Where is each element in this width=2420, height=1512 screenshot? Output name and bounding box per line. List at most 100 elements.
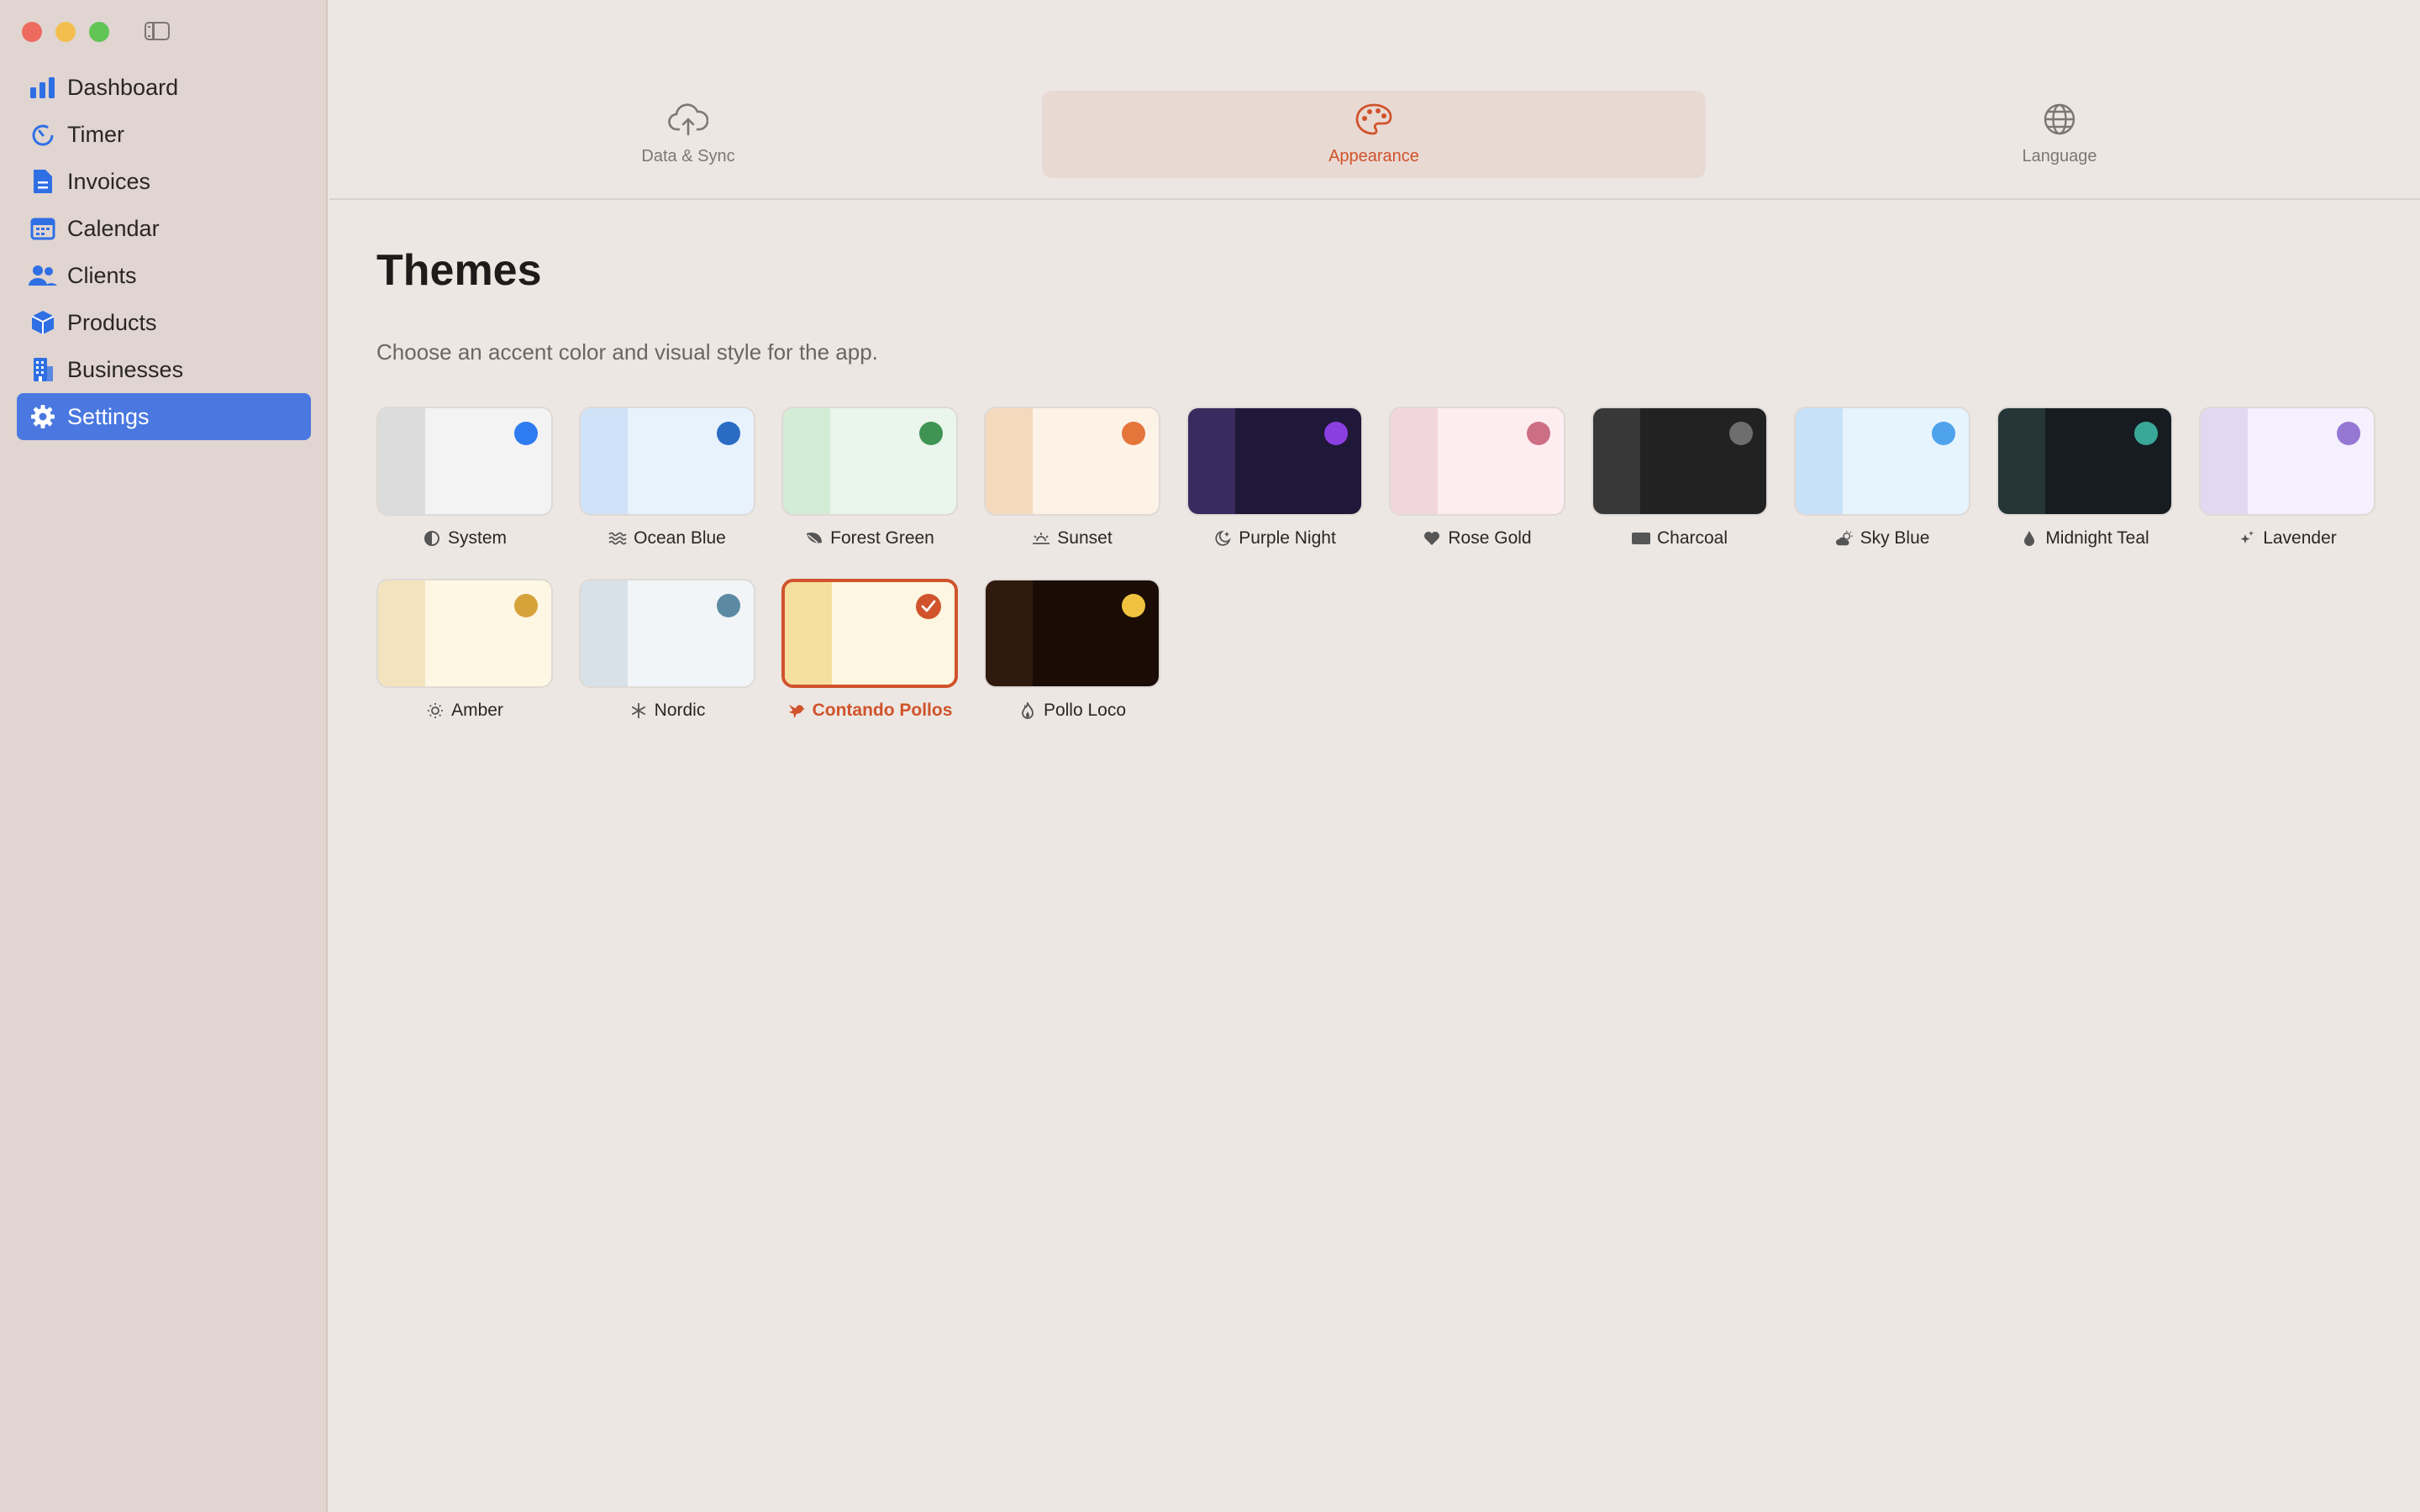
theme-name: Amber — [451, 701, 503, 720]
sidebar-item-settings[interactable]: Settings — [17, 393, 311, 440]
accent-dot — [1324, 422, 1348, 445]
maximize-window-button[interactable] — [89, 22, 109, 42]
sidebar-item-clients[interactable]: Clients — [17, 252, 311, 299]
theme-name: Contando Pollos — [812, 701, 953, 720]
accent-dot — [717, 594, 740, 617]
theme-midnight-teal[interactable]: Midnight Teal — [1996, 407, 2173, 549]
cloud-sun-icon — [1835, 529, 1854, 548]
page-description: Choose an accent color and visual style … — [376, 339, 878, 365]
accent-dot — [717, 422, 740, 445]
accent-dot — [919, 422, 943, 445]
theme-swatch[interactable] — [1591, 407, 1768, 516]
tab-label: Data & Sync — [641, 147, 735, 165]
palette-icon — [1355, 102, 1393, 140]
checkmark-icon — [916, 594, 941, 619]
bird-icon — [787, 701, 806, 720]
theme-swatch[interactable] — [781, 407, 958, 516]
theme-swatch[interactable] — [1389, 407, 1565, 516]
cloud-upload-icon — [668, 102, 709, 140]
theme-rose-gold[interactable]: Rose Gold — [1389, 407, 1565, 549]
sidebar-item-businesses[interactable]: Businesses — [17, 346, 311, 393]
theme-system[interactable]: System — [376, 407, 553, 549]
sidebar-item-calendar[interactable]: Calendar — [17, 205, 311, 252]
people-icon — [29, 261, 57, 290]
accent-dot — [1527, 422, 1550, 445]
accent-dot — [1932, 422, 1955, 445]
theme-contando-pollos[interactable]: Contando Pollos — [781, 579, 958, 722]
theme-name: System — [447, 528, 507, 548]
sidebar-item-label: Dashboard — [67, 74, 179, 100]
leaf-icon — [805, 529, 823, 548]
theme-name: Ocean Blue — [634, 528, 726, 548]
calendar-icon — [29, 214, 57, 243]
sidebar-item-label: Clients — [67, 262, 137, 288]
sidebar-item-label: Products — [67, 309, 157, 335]
sidebar-toggle-icon[interactable] — [145, 22, 170, 40]
theme-swatch[interactable] — [1186, 407, 1363, 516]
theme-ocean-blue[interactable]: Ocean Blue — [579, 407, 755, 549]
sparkles-icon — [2238, 529, 2256, 548]
theme-name: Rose Gold — [1448, 528, 1532, 548]
drop-icon — [2020, 529, 2039, 548]
sidebar-item-timer[interactable]: Timer — [17, 111, 311, 158]
tab-appearance[interactable]: Appearance — [1042, 91, 1706, 178]
theme-swatch[interactable] — [376, 407, 553, 516]
minimize-window-button[interactable] — [55, 22, 76, 42]
theme-name: Sky Blue — [1860, 528, 1930, 548]
theme-swatch[interactable] — [781, 579, 958, 688]
theme-amber[interactable]: Amber — [376, 579, 553, 722]
theme-swatch[interactable] — [2199, 407, 2375, 516]
sidebar-item-label: Timer — [67, 121, 124, 147]
settings-tab-bar: Data & Sync Appearance Language — [329, 0, 2420, 200]
half-circle-icon — [423, 529, 441, 548]
page-title: Themes — [376, 246, 542, 295]
sidebar: Dashboard Timer Invoices Calendar Client… — [0, 0, 328, 1512]
tab-label: Language — [2022, 147, 2097, 165]
theme-nordic[interactable]: Nordic — [579, 579, 755, 722]
close-window-button[interactable] — [22, 22, 42, 42]
sunset-icon — [1032, 529, 1050, 548]
theme-swatch[interactable] — [579, 579, 755, 688]
gear-icon — [29, 402, 57, 431]
accent-dot — [2337, 422, 2360, 445]
theme-name: Purple Night — [1239, 528, 1336, 548]
sidebar-item-label: Settings — [67, 403, 150, 429]
accent-dot — [1122, 594, 1145, 617]
theme-swatch[interactable] — [984, 579, 1160, 688]
theme-charcoal[interactable]: Charcoal — [1591, 407, 1768, 549]
theme-name: Forest Green — [830, 528, 934, 548]
theme-swatch[interactable] — [984, 407, 1160, 516]
heart-icon — [1423, 529, 1441, 548]
sidebar-item-label: Invoices — [67, 168, 151, 194]
theme-name: Lavender — [2263, 528, 2337, 548]
moon-stars-icon — [1213, 529, 1232, 548]
theme-pollo-loco[interactable]: Pollo Loco — [984, 579, 1160, 722]
rectangle-icon — [1631, 529, 1650, 548]
theme-forest-green[interactable]: Forest Green — [781, 407, 958, 549]
sidebar-item-dashboard[interactable]: Dashboard — [17, 64, 311, 111]
building-icon — [29, 355, 57, 384]
sidebar-item-products[interactable]: Products — [17, 299, 311, 346]
theme-sunset[interactable]: Sunset — [984, 407, 1160, 549]
theme-name: Midnight Teal — [2045, 528, 2149, 548]
theme-sky-blue[interactable]: Sky Blue — [1794, 407, 1970, 549]
theme-name: Nordic — [654, 701, 706, 720]
accent-dot — [514, 422, 538, 445]
tab-data-sync[interactable]: Data & Sync — [356, 91, 1020, 178]
theme-swatch[interactable] — [579, 407, 755, 516]
box-icon — [29, 308, 57, 337]
theme-lavender[interactable]: Lavender — [2199, 407, 2375, 549]
theme-swatch[interactable] — [1794, 407, 1970, 516]
timer-icon — [29, 120, 57, 149]
sidebar-item-label: Businesses — [67, 356, 184, 382]
theme-purple-night[interactable]: Purple Night — [1186, 407, 1363, 549]
snowflake-icon — [629, 701, 648, 720]
theme-swatch[interactable] — [1996, 407, 2173, 516]
theme-name: Charcoal — [1656, 528, 1728, 548]
sidebar-item-invoices[interactable]: Invoices — [17, 158, 311, 205]
chart-bars-icon — [29, 73, 57, 102]
flame-icon — [1018, 701, 1037, 720]
accent-dot — [514, 594, 538, 617]
tab-language[interactable]: Language — [1728, 91, 2391, 178]
theme-swatch[interactable] — [376, 579, 553, 688]
